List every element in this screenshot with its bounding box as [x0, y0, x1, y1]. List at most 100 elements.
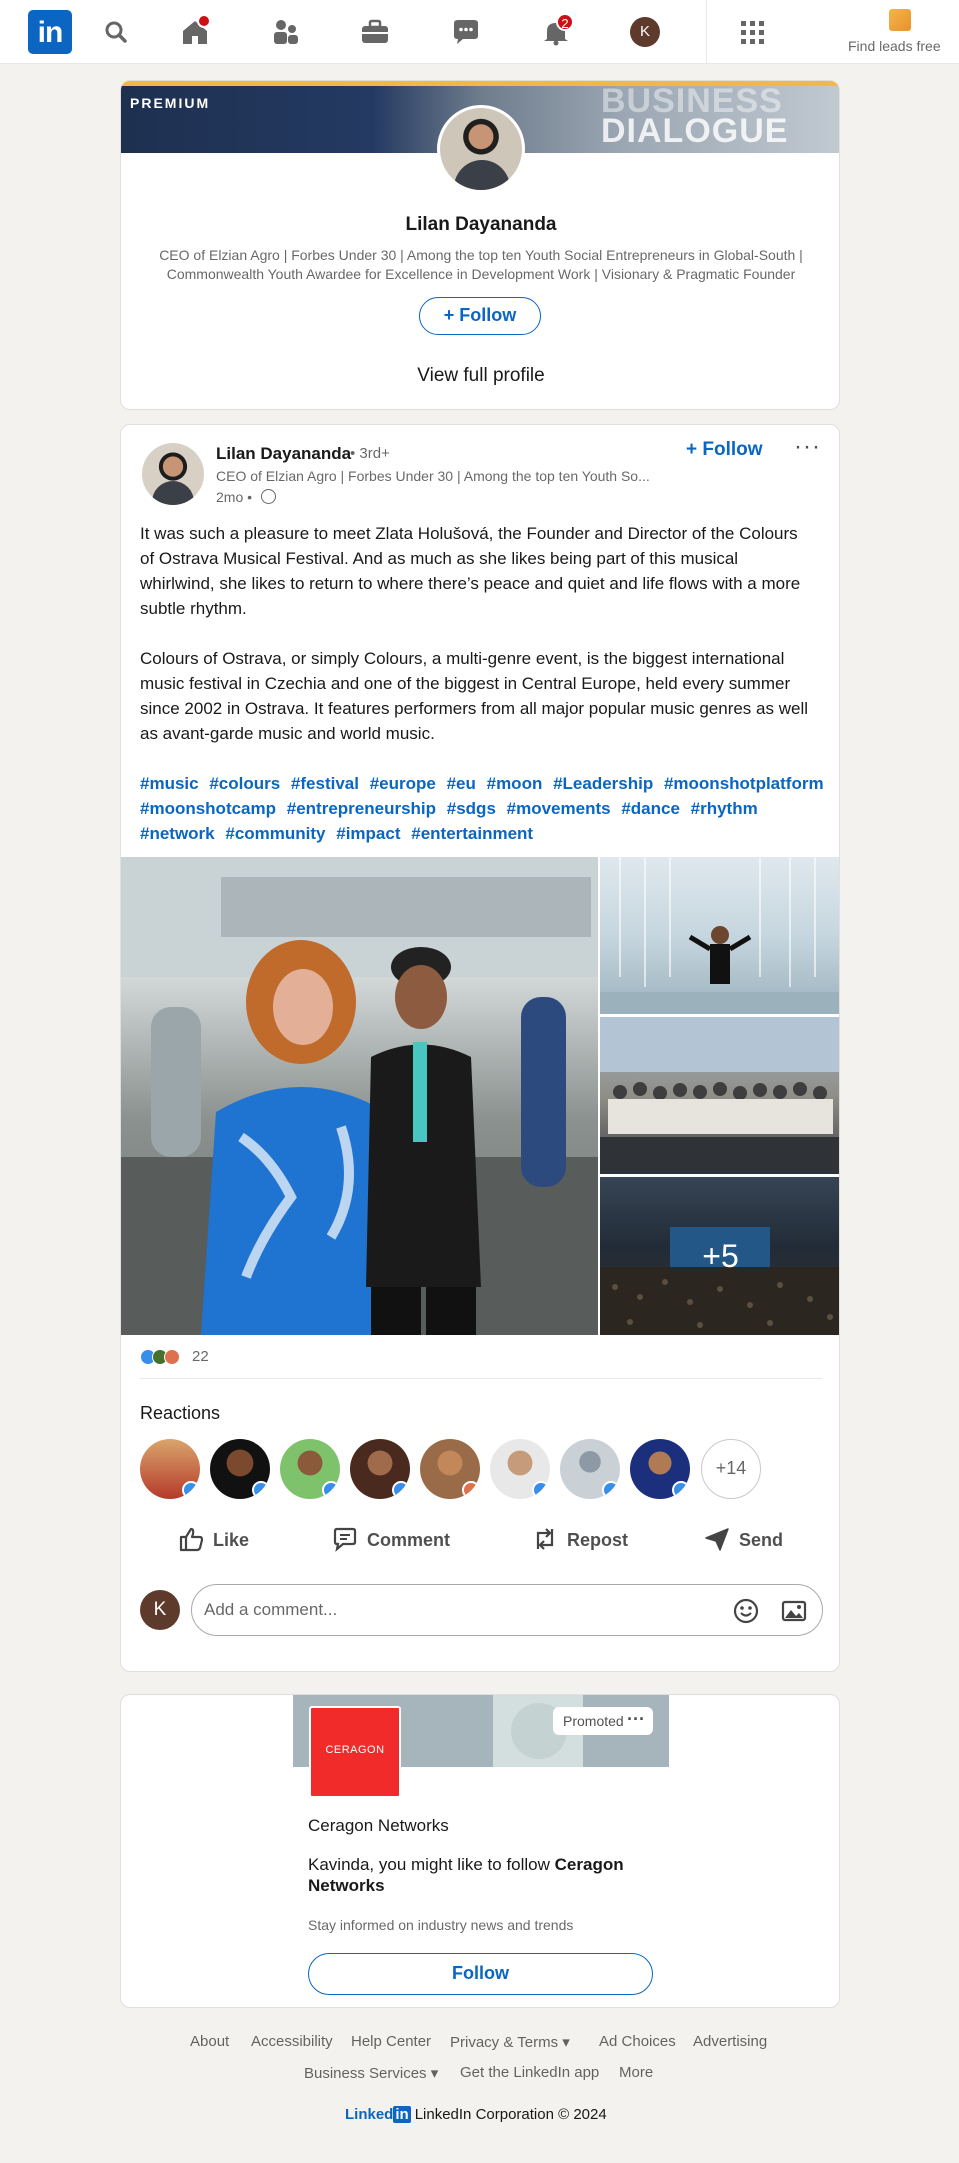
hashtag-link[interactable]: #europe [370, 774, 436, 793]
ad-card: Promoted ··· CERAGON Ceragon Networks Kav… [120, 1694, 840, 2008]
footer-link[interactable]: Accessibility [251, 2033, 333, 2050]
footer-link[interactable]: Privacy & Terms ▾ [450, 2033, 570, 2051]
more-photos-overlay[interactable]: +5 [600, 1177, 839, 1335]
like-icon [179, 1527, 204, 1552]
hashtag-link[interactable]: #entrepreneurship [287, 799, 436, 818]
globe-icon [261, 489, 276, 504]
home-icon[interactable] [178, 14, 212, 49]
footer-link[interactable]: Ad Choices [599, 2033, 676, 2050]
post-photo-3[interactable] [600, 1017, 839, 1174]
banner-text: BUSINESS DIALOGUE [601, 84, 789, 150]
post-card: Lilan Dayananda • 3rd+ CEO of Elzian Agr… [120, 424, 840, 1672]
reaction-count[interactable]: 22 [192, 1348, 209, 1365]
comment-label: Comment [367, 1530, 451, 1550]
reactor-avatar-placeholder[interactable] [560, 1439, 620, 1499]
post-photo-4[interactable]: +5 [600, 1177, 839, 1335]
premium-label: PREMIUM [130, 95, 211, 111]
notifications-icon[interactable]: 2 [539, 13, 574, 49]
commenter-avatar: K [140, 1590, 180, 1630]
promoted-label[interactable]: Promoted ··· [553, 1707, 653, 1735]
me-avatar[interactable]: K [630, 17, 660, 47]
ceragon-logo[interactable]: CERAGON [309, 1706, 401, 1798]
profile-name[interactable]: Lilan Dayananda [121, 214, 839, 236]
footer-brand-in: in [393, 2106, 411, 2123]
footer-link[interactable]: Help Center [351, 2033, 431, 2050]
post-follow-button[interactable]: + Follow [686, 439, 763, 461]
reactor-avatar[interactable] [420, 1439, 480, 1499]
post-author-avatar[interactable] [142, 443, 204, 505]
ad-subtext: Stay informed on industry news and trend… [308, 1917, 574, 1933]
post-more-icon[interactable]: ··· [794, 433, 821, 461]
like-label: Like [213, 1530, 250, 1550]
reactor-avatar[interactable] [490, 1439, 550, 1499]
reactor-avatar[interactable] [350, 1439, 410, 1499]
reactor-avatar[interactable] [140, 1439, 200, 1499]
comment-placeholder: Add a comment... [204, 1600, 338, 1619]
footer-link[interactable]: Advertising [693, 2033, 767, 2050]
messaging-icon[interactable] [449, 15, 483, 49]
reactor-avatar[interactable] [280, 1439, 340, 1499]
connection-degree: • 3rd+ [350, 445, 390, 462]
hashtag-link[interactable]: #moonshotcamp [140, 799, 276, 818]
sales-navigator-icon[interactable] [889, 9, 911, 31]
ad-message: Kavinda, you might like to follow Cerago… [308, 1854, 648, 1896]
hashtag-link[interactable]: #music [140, 774, 199, 793]
footer-brand: Linked in LinkedIn Corporation © 2024 [345, 2106, 607, 2123]
reactions-title: Reactions [140, 1403, 221, 1423]
reactor-avatar[interactable] [630, 1439, 690, 1499]
footer-link[interactable]: More [619, 2064, 653, 2081]
profile-follow-button[interactable]: + Follow [419, 297, 541, 335]
profile-headline: CEO of Elzian Agro | Forbes Under 30 | A… [159, 247, 803, 282]
hashtag-link[interactable]: #community [225, 824, 325, 843]
image-icon[interactable] [780, 1597, 808, 1625]
hashtag-link[interactable]: #movements [507, 799, 611, 818]
repost-label: Repost [567, 1530, 629, 1550]
banner-text-line-2: DIALOGUE [601, 112, 789, 150]
notifications-badge: 2 [556, 13, 574, 31]
jobs-icon[interactable] [358, 15, 392, 49]
post-author-name[interactable]: Lilan Dayananda [216, 444, 351, 464]
hashtag-link[interactable]: #dance [621, 799, 680, 818]
hashtag-link[interactable]: #colours [209, 774, 280, 793]
hashtag-link[interactable]: #moon [487, 774, 543, 793]
emoji-icon[interactable] [732, 1597, 760, 1625]
comment-input[interactable]: Add a comment... [191, 1584, 823, 1636]
find-leads-link[interactable]: Find leads free [848, 38, 941, 54]
ad-follow-button[interactable]: Follow [308, 1953, 653, 1995]
apps-grid-icon[interactable] [735, 15, 769, 49]
post-media-grid: +5 [121, 857, 839, 1335]
footer-copyright: LinkedIn Corporation © 2024 [414, 2106, 607, 2123]
hashtag-link[interactable]: #rhythm [691, 799, 758, 818]
hashtag-link[interactable]: #sdgs [447, 799, 496, 818]
post-photo-2[interactable] [600, 857, 839, 1014]
profile-card: PREMIUM BUSINESS DIALOGUE Lilan Dayanand… [120, 80, 840, 410]
footer-link[interactable]: Get the LinkedIn app [460, 2064, 599, 2081]
hashtag-link[interactable]: #eu [447, 774, 476, 793]
post-timestamp: 2mo • [216, 489, 253, 505]
footer-brand-word: Linked [345, 2106, 394, 2123]
hashtag-link[interactable]: #network [140, 824, 215, 843]
profile-photo[interactable] [437, 105, 525, 193]
top-nav: in 2 K Find leads free [0, 0, 959, 64]
profile-follow-label: Follow [459, 305, 517, 325]
hashtag-link[interactable]: #moonshotplatform [664, 774, 824, 793]
home-notification-dot [197, 14, 211, 28]
promoted-text: Promoted [563, 1713, 624, 1729]
hashtag-link[interactable]: #impact [336, 824, 400, 843]
reactor-avatar[interactable] [210, 1439, 270, 1499]
footer-link[interactable]: Business Services ▾ [304, 2064, 438, 2082]
hashtag-link[interactable]: #entertainment [411, 824, 533, 843]
hashtag-link[interactable]: #Leadership [553, 774, 653, 793]
more-reactors-button[interactable]: +14 [701, 1439, 761, 1499]
linkedin-logo[interactable]: in [28, 10, 72, 54]
hashtag-link[interactable]: #festival [291, 774, 359, 793]
search-icon[interactable] [99, 15, 133, 49]
post-photo-main[interactable] [121, 857, 598, 1335]
post-follow-label: Follow [702, 439, 763, 460]
ad-more-icon[interactable]: ··· [627, 1705, 645, 1733]
my-network-icon[interactable] [269, 15, 303, 49]
ad-company-name[interactable]: Ceragon Networks [308, 1816, 449, 1836]
view-full-profile-link[interactable]: View full profile [121, 365, 839, 387]
post-hashtags: #music #colours #festival #europe #eu #m… [140, 771, 830, 846]
footer-link[interactable]: About [190, 2033, 229, 2050]
